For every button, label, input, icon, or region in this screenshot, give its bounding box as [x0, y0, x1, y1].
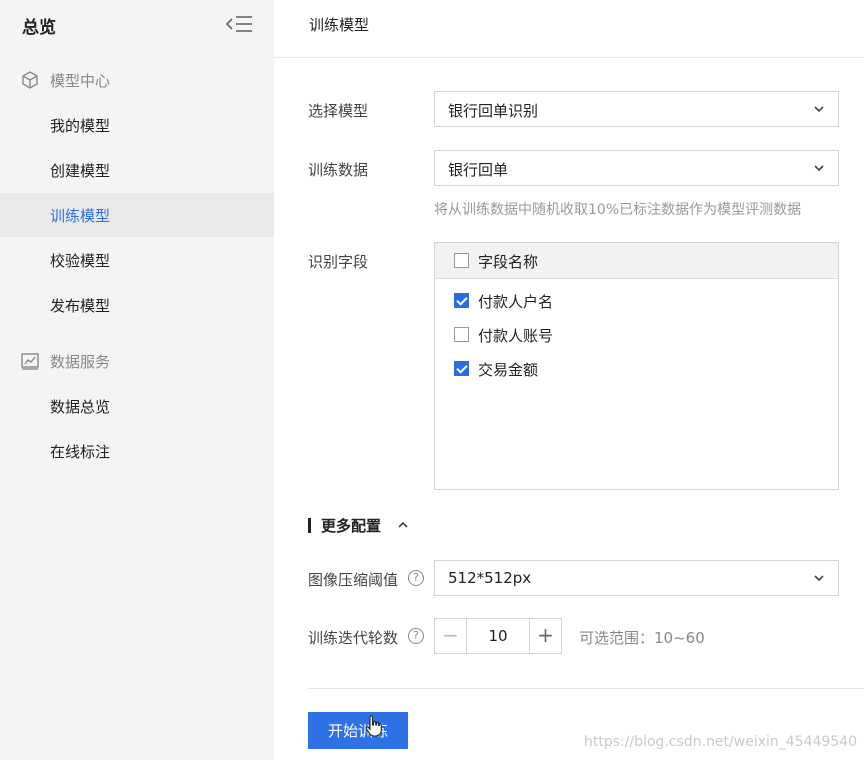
epochs-range: 可选范围：10~60 [579, 629, 705, 647]
sidebar-item-verify-model[interactable]: 校验模型 [0, 238, 274, 282]
field-label: 交易金额 [478, 361, 539, 379]
model-label: 选择模型 [308, 102, 369, 120]
more-config-title: 更多配置 [321, 517, 382, 535]
sidebar-item-data-overview[interactable]: 数据总览 [0, 384, 274, 428]
sidebar-group-label: 数据服务 [50, 353, 111, 371]
sidebar-item-online-annotation[interactable]: 在线标注 [0, 429, 274, 473]
sidebar-item-label: 校验模型 [50, 252, 111, 270]
select-all-checkbox[interactable] [454, 253, 469, 268]
divider [308, 688, 864, 689]
sidebar-item-create-model[interactable]: 创建模型 [0, 148, 274, 192]
chevron-down-icon [814, 165, 824, 172]
sidebar-item-publish-model[interactable]: 发布模型 [0, 283, 274, 327]
field-header-label: 字段名称 [478, 253, 539, 271]
data-hint: 将从训练数据中随机收取10%已标注数据作为模型评测数据 [434, 202, 802, 218]
fields-label: 识别字段 [308, 253, 369, 271]
sidebar-item-label: 训练模型 [50, 207, 111, 225]
chevron-down-icon [814, 575, 824, 582]
compress-label: 图像压缩阈值 [308, 571, 399, 589]
sidebar-title: 总览 [22, 18, 56, 38]
epochs-input[interactable] [468, 619, 528, 653]
compress-select[interactable]: 512*512px [434, 560, 839, 596]
field-list-header: 字段名称 [435, 243, 838, 279]
start-training-button[interactable]: 开始训练 [308, 712, 408, 749]
watermark: https://blog.csdn.net/weixin_45449540 [584, 734, 858, 750]
sidebar: 总览 模型中心 我的模型 创建模型 训练模型 校验模型 发布模型 数据服务 数据… [0, 0, 274, 760]
model-select[interactable]: 银行回单识别 [434, 91, 839, 127]
sidebar-group-data-service: 数据服务 [0, 341, 274, 381]
cube-icon [22, 71, 38, 89]
field-checkbox-amount[interactable] [454, 361, 469, 376]
sidebar-item-label: 发布模型 [50, 297, 111, 315]
sidebar-item-label: 创建模型 [50, 162, 111, 180]
field-checkbox-payer-name[interactable] [454, 293, 469, 308]
field-label: 付款人户名 [478, 293, 554, 311]
chart-icon [21, 353, 39, 370]
main-header: 训练模型 [274, 0, 864, 58]
chevron-down-icon [814, 106, 824, 113]
sidebar-group-label: 模型中心 [50, 72, 111, 90]
sidebar-item-label: 在线标注 [50, 443, 111, 461]
field-checkbox-payer-account[interactable] [454, 327, 469, 342]
compress-select-value: 512*512px [448, 569, 532, 587]
chevron-up-icon[interactable] [396, 518, 410, 532]
help-icon[interactable]: ? [408, 628, 424, 644]
help-icon[interactable]: ? [408, 570, 424, 586]
model-select-value: 银行回单识别 [448, 102, 539, 120]
hand-cursor-icon [365, 715, 382, 737]
field-label: 付款人账号 [478, 327, 554, 345]
sidebar-item-label: 我的模型 [50, 117, 111, 135]
data-select-value: 银行回单 [448, 161, 509, 179]
field-list: 字段名称 付款人户名 付款人账号 交易金额 [434, 242, 839, 490]
epochs-label: 训练迭代轮数 [308, 629, 399, 647]
sidebar-group-model-center: 模型中心 [0, 60, 274, 100]
sidebar-item-my-models[interactable]: 我的模型 [0, 103, 274, 147]
page-title: 训练模型 [309, 16, 370, 34]
section-marker [308, 518, 311, 533]
decrement-button[interactable]: − [435, 619, 467, 653]
sidebar-header: 总览 [0, 0, 274, 50]
sidebar-item-label: 数据总览 [50, 398, 111, 416]
collapse-menu-icon[interactable] [224, 13, 254, 35]
increment-button[interactable]: + [529, 619, 561, 653]
data-label: 训练数据 [308, 161, 369, 179]
data-select[interactable]: 银行回单 [434, 150, 839, 186]
epochs-stepper: − + [434, 618, 562, 654]
sidebar-item-train-model[interactable]: 训练模型 [0, 193, 274, 237]
